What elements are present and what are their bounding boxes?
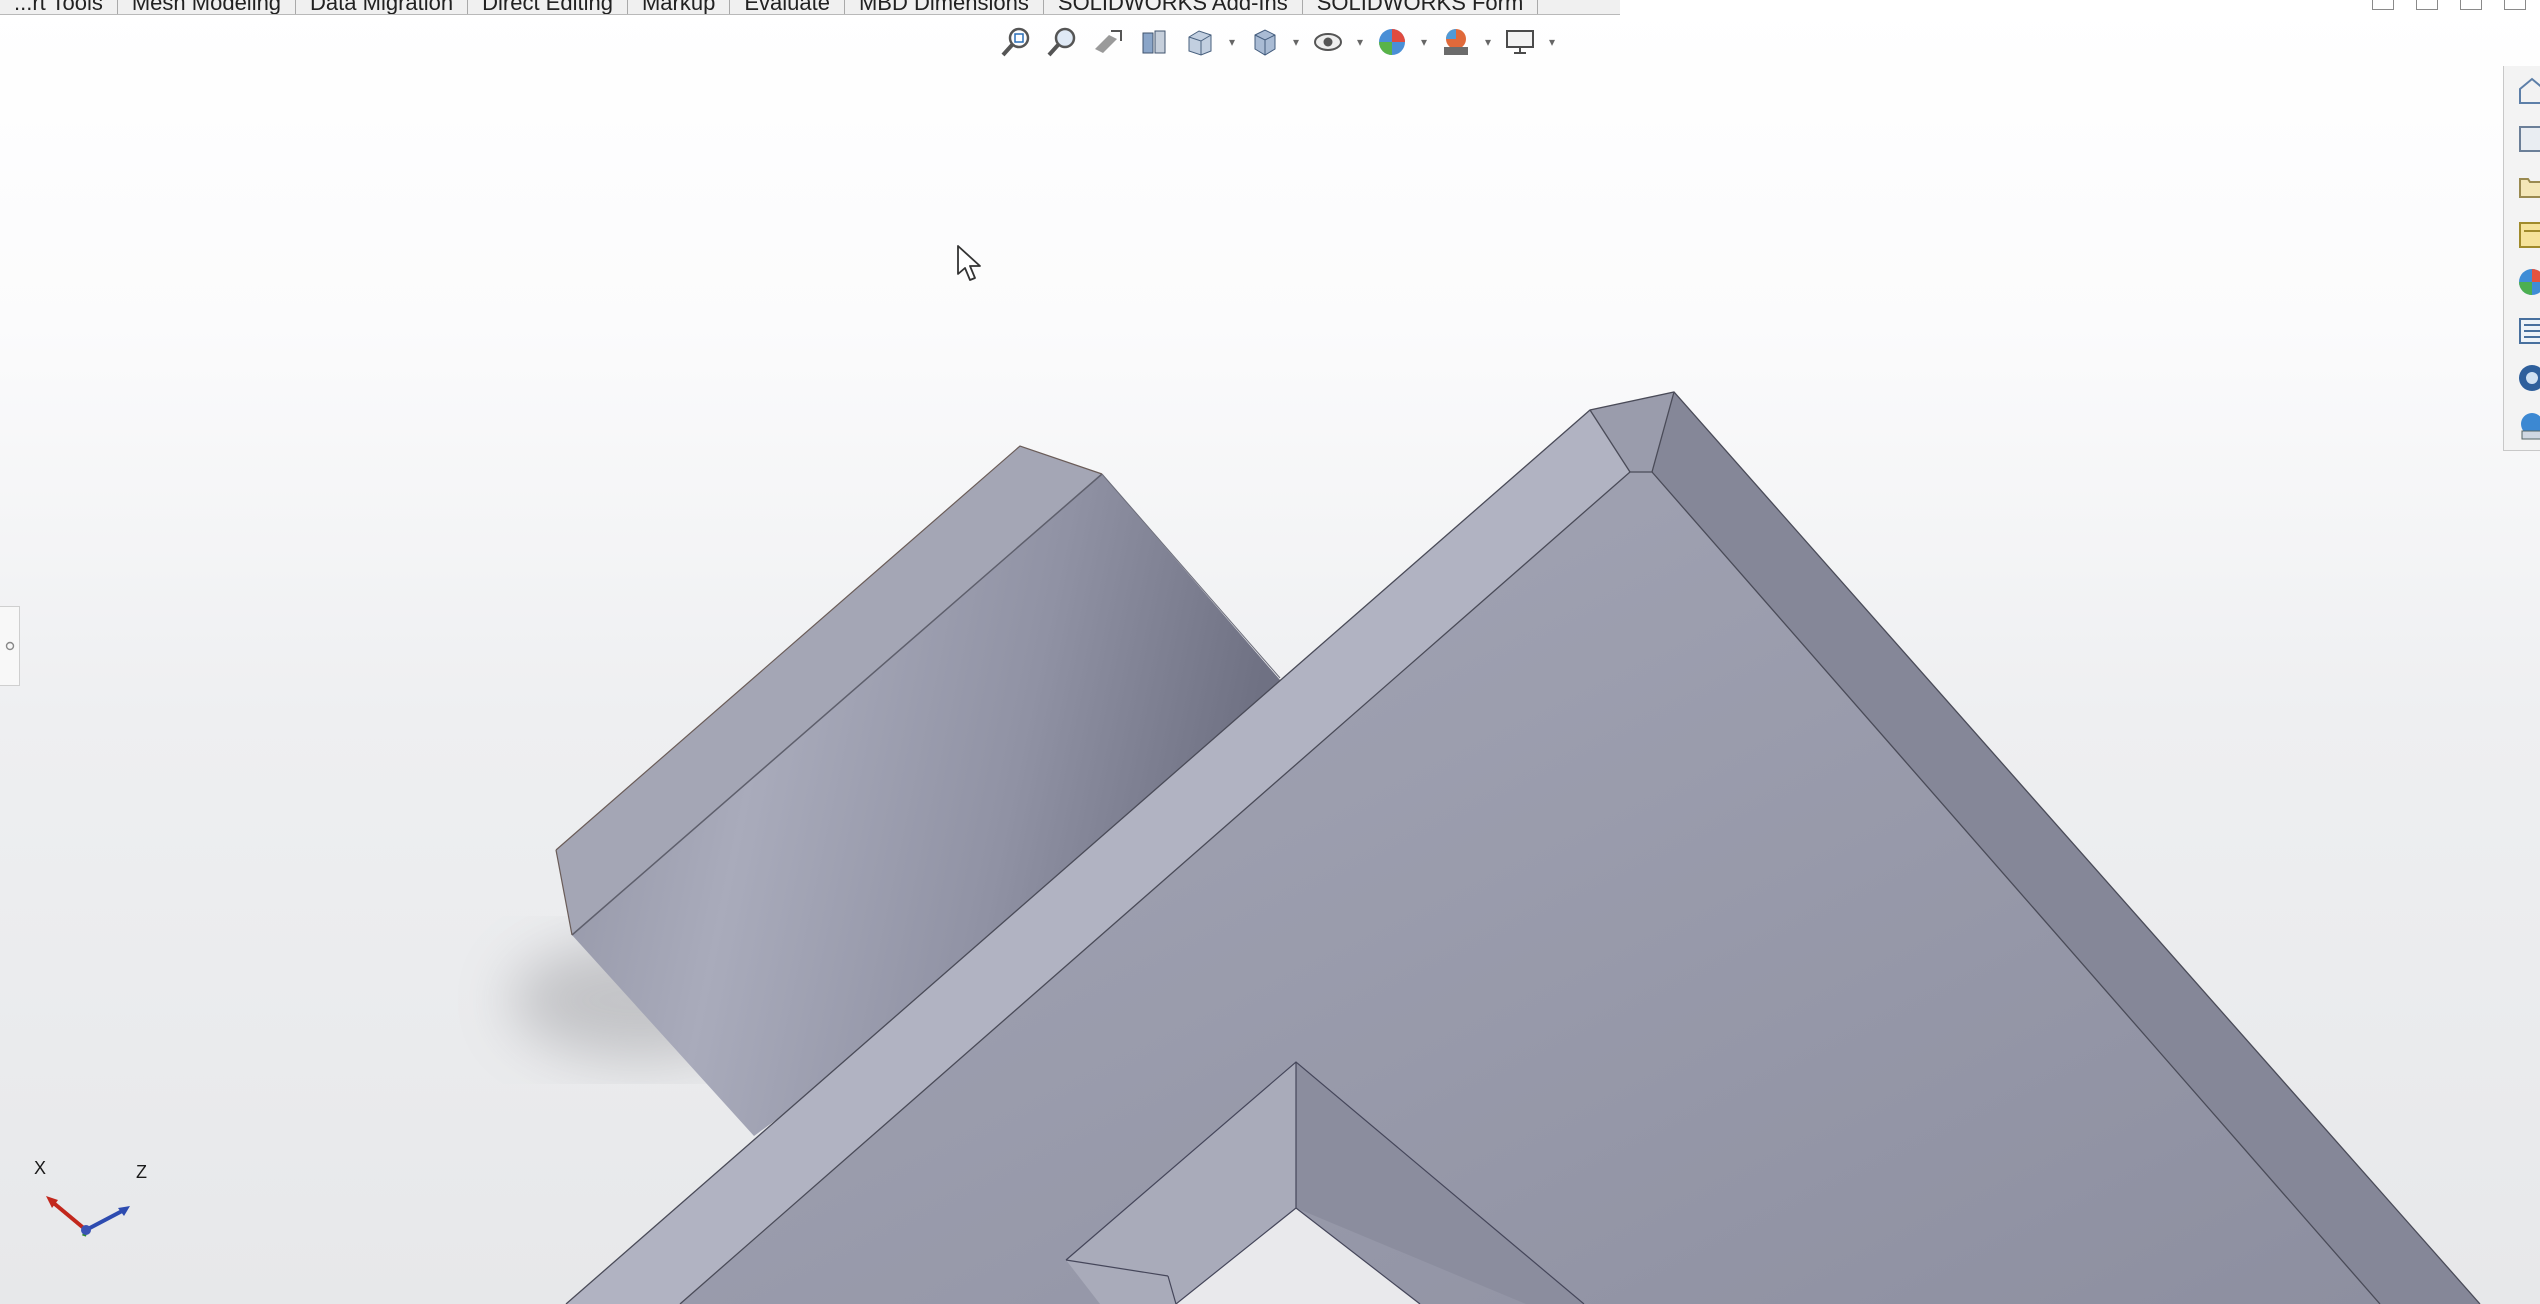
- chevron-down-icon[interactable]: ▾: [1482, 22, 1494, 62]
- custom-properties-icon[interactable]: [2504, 354, 2540, 402]
- design-library-icon[interactable]: [2504, 114, 2540, 162]
- solidworks-forum-icon[interactable]: [2504, 402, 2540, 450]
- mouse-cursor-icon: [957, 245, 981, 281]
- previous-view-icon[interactable]: [1088, 22, 1128, 62]
- zoom-to-fit-icon[interactable]: [996, 22, 1036, 62]
- hide-show-items-icon[interactable]: [1308, 22, 1348, 62]
- reference-triad: X Z: [34, 1158, 147, 1237]
- appearances-scenes-icon[interactable]: [2504, 306, 2540, 354]
- chevron-down-icon[interactable]: ▾: [1290, 22, 1302, 62]
- view-orientation-icon[interactable]: [1180, 22, 1220, 62]
- feature-manager-collapse-handle[interactable]: [0, 606, 20, 686]
- heads-up-view-toolbar: ▾ ▾ ▾ ▾ ▾ ▾: [996, 20, 1558, 64]
- view-settings-icon[interactable]: [1500, 22, 1540, 62]
- edit-appearance-icon[interactable]: [1372, 22, 1412, 62]
- 3d-model[interactable]: [0, 0, 2540, 1304]
- file-explorer-icon[interactable]: [2504, 162, 2540, 210]
- graphics-area[interactable]: ...rt Tools Mesh Modeling Data Migration…: [0, 0, 2540, 1304]
- chevron-down-icon[interactable]: ▾: [1546, 22, 1558, 62]
- chevron-down-icon[interactable]: ▾: [1418, 22, 1430, 62]
- task-pane-tabs: [2503, 66, 2540, 451]
- solidworks-resources-icon[interactable]: [2504, 66, 2540, 114]
- triad-x-label: X: [34, 1158, 46, 1178]
- view-palette-icon[interactable]: [2504, 258, 2540, 306]
- section-view-icon[interactable]: [1134, 22, 1174, 62]
- triad-z-label: Z: [136, 1162, 147, 1182]
- search-results-icon[interactable]: [2504, 210, 2540, 258]
- chevron-down-icon[interactable]: ▾: [1226, 22, 1238, 62]
- display-style-icon[interactable]: [1244, 22, 1284, 62]
- zoom-to-area-icon[interactable]: [1042, 22, 1082, 62]
- apply-scene-icon[interactable]: [1436, 22, 1476, 62]
- chevron-down-icon[interactable]: ▾: [1354, 22, 1366, 62]
